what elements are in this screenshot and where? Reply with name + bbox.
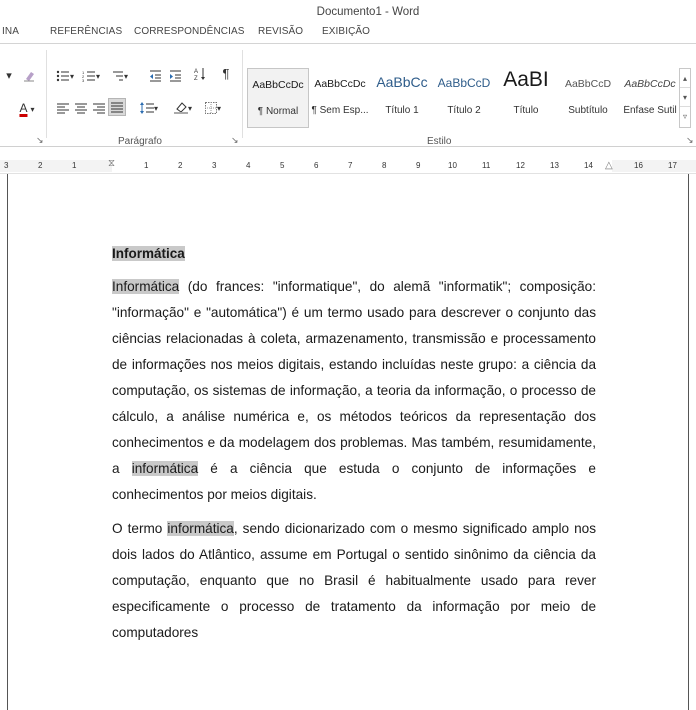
align-center-icon[interactable]	[74, 100, 88, 116]
styles-dialog-launcher-icon[interactable]: ↘	[686, 136, 695, 145]
style-sample: AaBbCcDc	[252, 79, 304, 91]
style-sample: AaBI	[503, 68, 549, 91]
page-edge	[7, 174, 8, 710]
style-gallery-scroll[interactable]: ▴ ▾ ▿	[679, 68, 691, 128]
paragraph-2[interactable]: O termo informática, sendo dicionarizado…	[112, 516, 596, 646]
align-right-icon[interactable]	[92, 100, 106, 116]
group-label-styles: Estilo	[427, 136, 452, 147]
horizontal-ruler[interactable]: 3 2 1 ⧖ 1 2 3 4 5 6 7 8 9 10 11 12 13 14…	[0, 158, 696, 174]
page-edge	[688, 174, 689, 710]
gallery-down-icon[interactable]: ▾	[680, 88, 690, 107]
gallery-more-icon[interactable]: ▿	[680, 107, 690, 126]
style-sample: AaBbCcDc	[314, 78, 366, 90]
ruler-number: 6	[314, 161, 319, 170]
multilevel-list-icon[interactable]: ▾	[106, 68, 132, 85]
style-no-spacing[interactable]: AaBbCcDc ¶ Sem Esp...	[309, 68, 371, 128]
highlighted-word: informática	[167, 521, 234, 536]
tab-exibicao[interactable]: EXIBIÇÃO	[322, 26, 370, 37]
style-name: Título 2	[447, 105, 481, 116]
paragraph-1[interactable]: Informática (do frances: "informatique",…	[112, 274, 596, 508]
style-gallery: AaBbCcDc ¶ Normal AaBbCcDc ¶ Sem Esp... …	[247, 68, 677, 128]
svg-text:Z: Z	[194, 76, 198, 81]
font-dropdown-chevron[interactable]: ▾	[2, 68, 16, 84]
paragraph-text: O termo	[112, 521, 168, 536]
style-heading-2[interactable]: AaBbCcD Título 2	[433, 68, 495, 128]
ruler-number: 4	[246, 161, 251, 170]
borders-icon[interactable]: ▾	[200, 100, 226, 117]
style-name: Subtítulo	[568, 105, 608, 116]
tab-pagina[interactable]: ΙNA	[2, 26, 19, 37]
ruler-number: 9	[416, 161, 421, 170]
clear-format-icon[interactable]	[22, 68, 36, 84]
title-bar: Documento1 - Word	[0, 0, 696, 22]
ruler-number: 1	[144, 161, 149, 170]
right-indent-marker-icon[interactable]: △	[605, 160, 613, 171]
ruler-number: 12	[516, 161, 525, 170]
ruler-number: 3	[212, 161, 217, 170]
svg-text:A: A	[194, 69, 198, 75]
highlighted-word: Informática	[112, 279, 180, 294]
highlighted-word: informática	[131, 461, 199, 476]
paragraph-text: , sendo dicionarizado com o mesmo signif…	[112, 521, 596, 640]
svg-text:3: 3	[82, 78, 85, 82]
style-subtle-emphasis[interactable]: AaBbCcDc Ênfase Sutil	[619, 68, 681, 128]
style-sample: AaBbCcD	[564, 78, 612, 90]
style-sample: AaBbCc	[376, 74, 428, 90]
font-dialog-launcher-icon[interactable]: ↘	[36, 136, 45, 145]
document-body[interactable]: Informática Informática (do frances: "in…	[112, 244, 596, 646]
style-name: Título 1	[385, 105, 419, 116]
paragraph-dialog-launcher-icon[interactable]: ↘	[231, 136, 240, 145]
paragraph-text: (do frances: "informatique", do alemã "i…	[112, 279, 596, 476]
style-heading-1[interactable]: AaBbCc Título 1	[371, 68, 433, 128]
tab-revisao[interactable]: REVISÃO	[258, 26, 303, 37]
ruler-number: 11	[482, 161, 491, 170]
style-subtitle[interactable]: AaBbCcD Subtítulo	[557, 68, 619, 128]
numbering-icon[interactable]: 1 2 3 ▾	[80, 68, 102, 85]
shading-icon[interactable]: ▾	[170, 100, 196, 117]
align-left-icon[interactable]	[56, 100, 70, 116]
indent-marker-icon[interactable]: ⧖	[108, 158, 115, 169]
ruler-number: 5	[280, 161, 285, 170]
ruler-number: 3	[4, 161, 9, 170]
ruler-number: 17	[668, 161, 677, 170]
style-name: Título	[513, 105, 539, 116]
style-sample: AaBbCcDc	[624, 78, 676, 90]
line-spacing-icon[interactable]: ▾	[136, 100, 162, 117]
style-name: ¶ Normal	[257, 106, 299, 117]
ruler-number: 7	[348, 161, 353, 170]
gallery-up-icon[interactable]: ▴	[680, 69, 690, 88]
increase-indent-icon[interactable]	[166, 68, 184, 84]
window-title: Documento1 - Word	[316, 6, 420, 18]
ruler-number: 13	[550, 161, 559, 170]
sort-icon[interactable]: AZ	[192, 66, 208, 82]
font-color-button[interactable]: A ▾	[14, 100, 40, 118]
ruler-number: 1	[72, 161, 77, 170]
group-label-paragraph: Parágrafo	[118, 136, 162, 147]
show-marks-icon[interactable]: ¶	[218, 66, 234, 82]
ruler-number: 16	[634, 161, 643, 170]
tab-referencias[interactable]: REFERÊNCIAS	[50, 26, 122, 37]
style-name: ¶ Sem Esp...	[311, 105, 369, 116]
style-sample: AaBbCcD	[437, 76, 491, 90]
style-name: Ênfase Sutil	[623, 105, 677, 116]
ribbon-tabs: ΙNA REFERÊNCIAS CORRESPONDÊNCIAS REVISÃO…	[0, 22, 696, 44]
style-normal[interactable]: AaBbCcDc ¶ Normal	[247, 68, 309, 128]
ruler-number: 10	[448, 161, 457, 170]
ruler-number: 14	[584, 161, 593, 170]
decrease-indent-icon[interactable]	[146, 68, 164, 84]
heading-text: Informática	[112, 246, 185, 261]
ruler-number: 2	[178, 161, 183, 170]
tab-correspondencias[interactable]: CORRESPONDÊNCIAS	[134, 26, 245, 37]
justify-icon[interactable]	[108, 98, 126, 116]
style-title[interactable]: AaBI Título	[495, 68, 557, 128]
document-heading[interactable]: Informática	[112, 244, 596, 264]
ruler-number: 8	[382, 161, 387, 170]
ruler-number: 2	[38, 161, 43, 170]
bullets-icon[interactable]: ▾	[54, 68, 76, 85]
